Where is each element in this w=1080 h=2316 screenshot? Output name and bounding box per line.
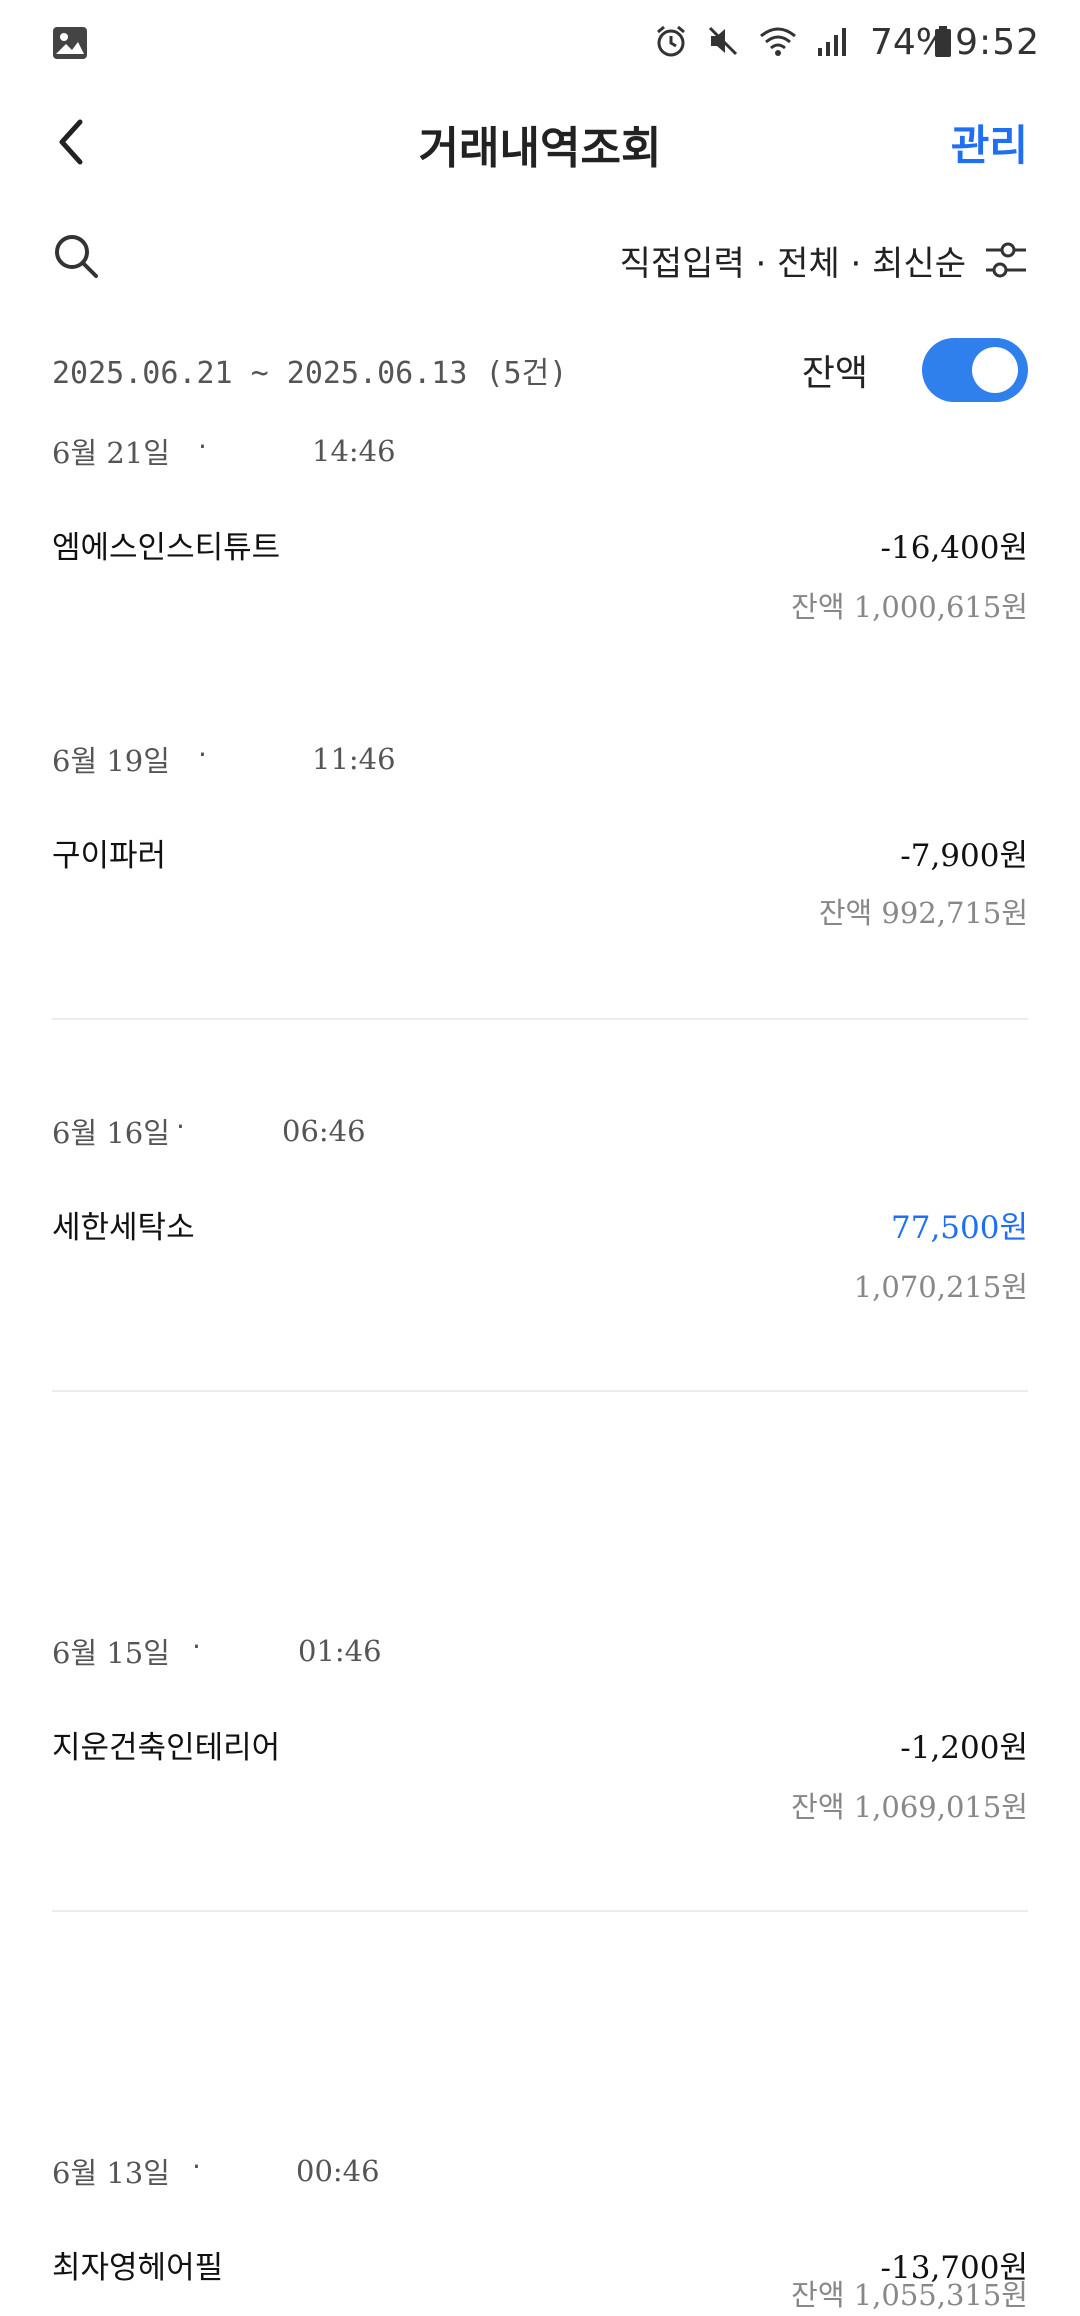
transaction-date: 6월 16일 — [52, 1116, 170, 1150]
divider — [52, 1390, 1028, 1392]
page-title: 거래내역조회 — [418, 123, 662, 174]
filter-summary[interactable]: 직접입력 · 전체 · 최신순 — [620, 236, 966, 285]
balance-toggle[interactable] — [922, 338, 1028, 402]
divider — [52, 1018, 1028, 1020]
status-icons — [654, 24, 850, 58]
wifi-icon — [758, 24, 798, 58]
transaction-balance: 잔액 1,000,615원 — [791, 590, 1028, 624]
alarm-icon — [654, 24, 688, 58]
transaction-date: 6월 19일 — [52, 744, 170, 778]
transaction-balance: 잔액 992,715원 — [818, 896, 1028, 930]
transaction-amount: -16,400원 — [880, 530, 1028, 566]
sliders-icon — [986, 242, 1026, 278]
balance-toggle-label: 잔액 — [801, 353, 868, 394]
transaction-separator: · — [198, 430, 207, 463]
divider — [52, 1910, 1028, 1912]
transaction-balance: 잔액 1,069,015원 — [791, 1790, 1028, 1824]
transaction-date: 6월 15일 — [52, 1636, 170, 1670]
status-time: 9:52 — [955, 22, 1040, 63]
transaction-time: 01:46 — [298, 1634, 382, 1668]
transaction-time: 14:46 — [312, 434, 396, 468]
transaction-merchant[interactable]: 지운건축인테리어 — [52, 1722, 280, 1767]
transaction-balance: 1,070,215원 — [853, 1270, 1028, 1304]
transaction-merchant[interactable]: 세한세탁소 — [52, 1202, 195, 1247]
toggle-knob — [972, 347, 1018, 393]
date-range: 2025.06.21 ~ 2025.06.13 (5건) — [52, 356, 568, 391]
transaction-merchant[interactable]: 엠에스인스티튜트 — [52, 522, 280, 567]
transaction-amount: -1,200원 — [900, 1730, 1028, 1766]
transaction-date: 6월 21일 — [52, 436, 170, 470]
transaction-separator: · — [192, 1630, 201, 1663]
transaction-date: 6월 13일 — [52, 2156, 170, 2190]
search-icon — [55, 235, 98, 278]
transaction-separator: · — [176, 1110, 185, 1143]
battery-icon — [934, 26, 952, 62]
transaction-amount: -7,900원 — [900, 838, 1028, 874]
transaction-balance: 잔액 1,055,315원 — [791, 2278, 1028, 2312]
transaction-time: 06:46 — [282, 1114, 366, 1148]
manage-button[interactable]: 관리 — [951, 112, 1028, 173]
transaction-separator: · — [192, 2150, 201, 2183]
transaction-time: 11:46 — [312, 742, 396, 776]
transaction-merchant[interactable]: 구이파러 — [52, 830, 166, 875]
gallery-icon — [52, 26, 88, 64]
search-button[interactable] — [52, 232, 100, 284]
transaction-merchant[interactable]: 최자영헤어필 — [52, 2242, 223, 2287]
signal-icon — [816, 24, 850, 58]
filter-settings-button[interactable] — [984, 240, 1028, 284]
transaction-separator: · — [198, 738, 207, 771]
transaction-amount: 77,500원 — [891, 1210, 1028, 1246]
transaction-time: 00:46 — [296, 2154, 380, 2188]
mute-icon — [706, 24, 740, 58]
